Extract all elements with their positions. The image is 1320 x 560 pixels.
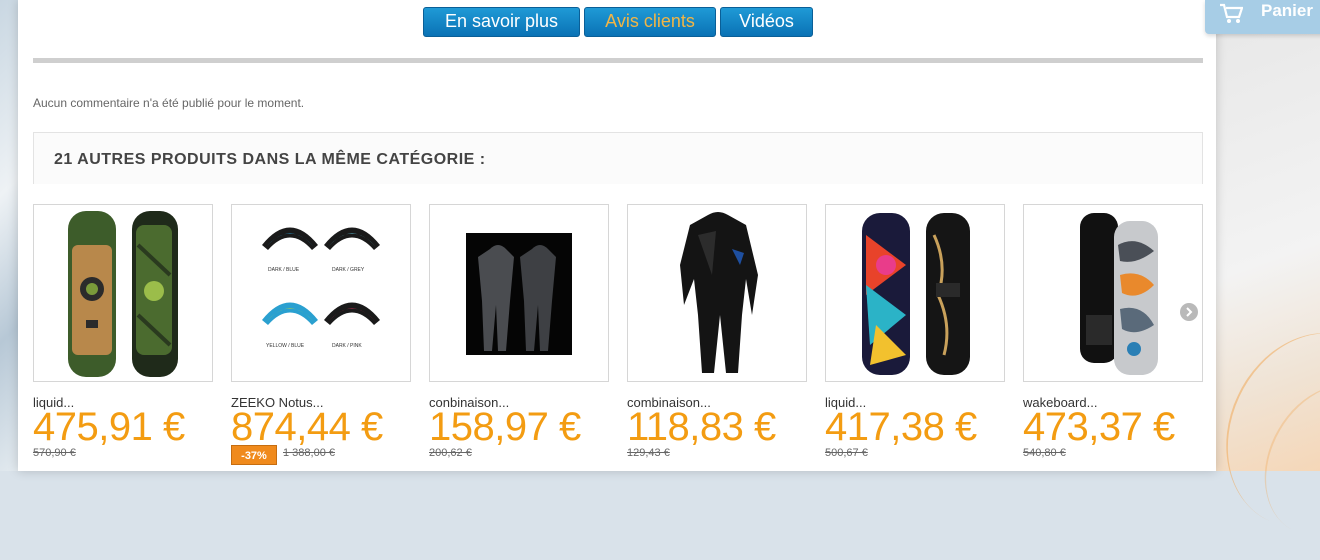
kite-color-label: DARK / GREY — [332, 267, 365, 273]
product-old-price: 1 388,00 € — [283, 447, 335, 459]
product-image[interactable] — [33, 204, 213, 382]
kite-color-label: YELLOW / BLUE — [266, 343, 305, 349]
product-price: 475,91 € — [33, 405, 185, 449]
product-image[interactable] — [429, 204, 609, 382]
page-background-left — [0, 0, 20, 471]
product-price: 473,37 € — [1023, 405, 1175, 449]
tab-avis-clients[interactable]: Avis clients — [584, 7, 716, 37]
product-old-price: 540,80 € — [1023, 447, 1066, 459]
kite-color-label: DARK / BLUE — [268, 267, 300, 273]
divider — [33, 58, 1203, 63]
carousel-next-button[interactable] — [1180, 303, 1198, 321]
product-card[interactable]: DARK / BLUE DARK / GREY YELLOW / BLUE DA… — [231, 204, 411, 471]
cart-button[interactable]: Panier — [1205, 0, 1320, 34]
product-card[interactable]: combinaison... 118,83 € 129,43 € — [627, 204, 807, 471]
product-old-price: 129,43 € — [627, 447, 670, 459]
product-price: 874,44 € — [231, 405, 383, 449]
product-card[interactable]: liquid... 417,38 € 500,67 € — [825, 204, 1005, 471]
product-price: 417,38 € — [825, 405, 977, 449]
product-image[interactable] — [1023, 204, 1203, 382]
product-price: 118,83 € — [627, 405, 776, 449]
kite-color-label: DARK / PINK — [332, 343, 362, 349]
product-price: 158,97 € — [429, 405, 581, 449]
product-old-price: 570,90 € — [33, 447, 76, 459]
product-image[interactable] — [627, 204, 807, 382]
related-products-header: 21 AUTRES PRODUITS DANS LA MÊME CATÉGORI… — [33, 132, 1203, 184]
product-card[interactable]: liquid... 475,91 € 570,90 € — [33, 204, 213, 471]
content-panel: En savoir plus Avis clients Vidéos Aucun… — [18, 0, 1216, 471]
chevron-right-icon — [1186, 307, 1193, 317]
product-image[interactable] — [825, 204, 1005, 382]
product-card[interactable]: wakeboard... 473,37 € 540,80 € — [1023, 204, 1203, 471]
cart-icon — [1220, 3, 1243, 23]
section-title: 21 AUTRES PRODUITS DANS LA MÊME CATÉGORI… — [54, 151, 486, 168]
discount-badge: -37% — [231, 445, 277, 465]
cart-label: Panier — [1261, 1, 1313, 20]
product-old-price: 500,67 € — [825, 447, 868, 459]
product-card[interactable]: conbinaison... 158,97 € 200,62 € — [429, 204, 609, 471]
no-reviews-message: Aucun commentaire n'a été publié pour le… — [33, 96, 305, 110]
tab-en-savoir-plus[interactable]: En savoir plus — [423, 7, 580, 37]
product-old-price: 200,62 € — [429, 447, 472, 459]
tab-videos[interactable]: Vidéos — [720, 7, 813, 37]
product-image[interactable]: DARK / BLUE DARK / GREY YELLOW / BLUE DA… — [231, 204, 411, 382]
